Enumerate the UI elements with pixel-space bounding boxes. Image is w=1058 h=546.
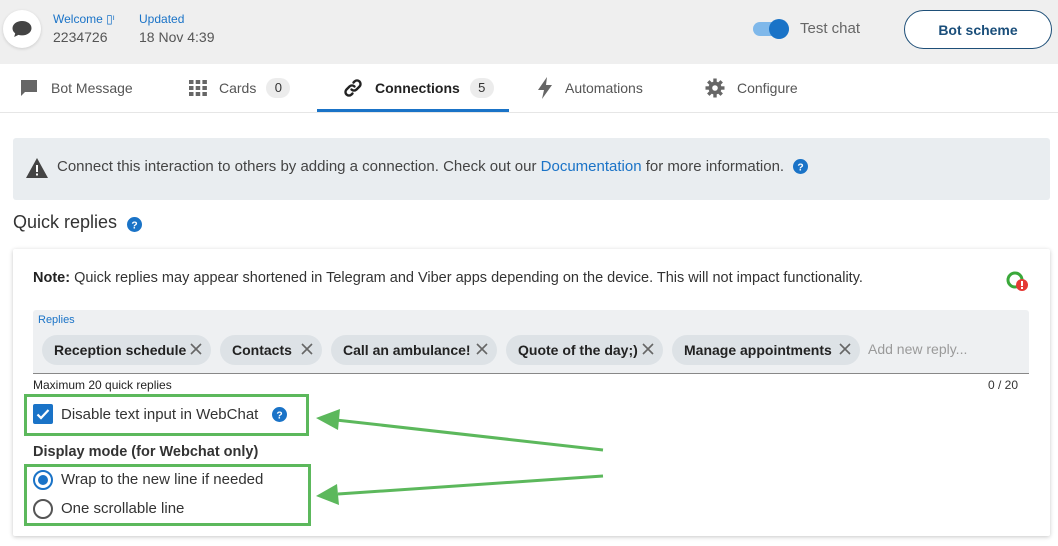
annotation-arrows (316, 409, 604, 505)
